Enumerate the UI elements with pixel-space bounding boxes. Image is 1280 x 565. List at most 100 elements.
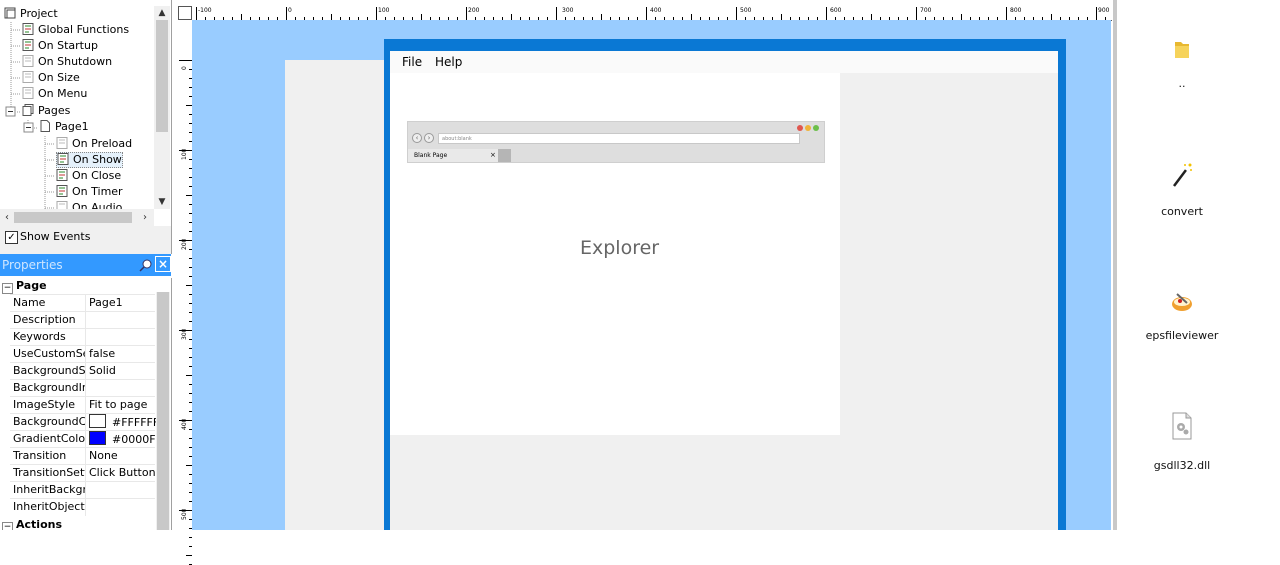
tree-item-page1[interactable]: Page1 <box>39 119 89 135</box>
browser-tab-label: Blank Page <box>414 152 448 159</box>
tree-item-global-functions[interactable]: Global Functions <box>22 22 129 38</box>
property-value[interactable]: Page1 <box>85 295 155 312</box>
script-icon <box>22 23 34 35</box>
show-events-checkbox[interactable]: ✓ <box>5 231 18 244</box>
minimize-dot-icon <box>805 125 811 131</box>
menu-help[interactable]: Help <box>435 55 462 69</box>
desktop-icon-label: gsdll32.dll <box>1153 459 1211 472</box>
tree-item-on-preload[interactable]: On Preload <box>56 136 132 152</box>
property-value[interactable]: false <box>85 346 155 363</box>
ruler-corner <box>178 6 192 20</box>
property-row-backgroundcolor[interactable]: BackgroundColor #FFFFFF <box>10 413 159 431</box>
script-icon <box>22 55 34 67</box>
design-canvas[interactable]: File Help ‹ › about:blank Blank Page × Ex… <box>192 20 1111 530</box>
property-row-transitionsettings[interactable]: TransitionSettingsClick Button <box>10 464 156 482</box>
property-value[interactable]: Click Button <box>85 465 156 482</box>
tree-scroll-thumb[interactable] <box>156 20 168 132</box>
tree-item-on-show[interactable]: On Show <box>56 152 123 168</box>
tree-item-label: On Close <box>72 169 122 182</box>
category-page[interactable]: − Page <box>0 278 155 294</box>
property-value[interactable]: Fit to page <box>85 397 155 414</box>
design-window[interactable]: File Help ‹ › about:blank Blank Page × Ex… <box>384 39 1066 530</box>
property-row-name[interactable]: Name Page1 <box>10 294 155 312</box>
tree-item-on-startup[interactable]: On Startup <box>22 38 98 54</box>
property-name: UseCustomSettings <box>13 347 85 360</box>
desktop-icon-convert[interactable]: convert <box>1117 162 1247 218</box>
tree-item-label: Pages <box>38 104 71 117</box>
property-row-backgroundstyle[interactable]: BackgroundStyleSolid <box>10 362 155 380</box>
tree-hscroll-thumb[interactable] <box>14 212 132 223</box>
property-value-color[interactable]: #0000FF <box>85 431 162 448</box>
color-swatch[interactable] <box>89 431 106 445</box>
tree-item-label: On Timer <box>72 185 123 198</box>
properties-scroll-thumb[interactable] <box>157 292 169 530</box>
ruler-label: 300 <box>562 7 574 14</box>
tree-item-on-size[interactable]: On Size <box>22 70 80 86</box>
tree-item-on-shutdown[interactable]: On Shutdown <box>22 54 112 70</box>
tree-item-label: On Menu <box>38 87 88 100</box>
tree-vertical-scrollbar[interactable]: ▲ ▼ <box>154 6 170 209</box>
ruler-tick <box>826 7 827 20</box>
collapse-icon[interactable]: − <box>2 522 13 530</box>
pin-icon[interactable] <box>138 257 154 273</box>
explorer-label[interactable]: Explorer <box>580 237 659 259</box>
property-row-inheritbackground[interactable]: InheritBackground <box>10 481 155 499</box>
tree-horizontal-scrollbar[interactable]: ‹ › <box>0 209 154 226</box>
property-row-keywords[interactable]: Keywords <box>10 328 155 346</box>
tree-item-on-menu[interactable]: On Menu <box>22 86 87 102</box>
desktop-icon-label: convert <box>1161 205 1203 218</box>
properties-vertical-scrollbar[interactable] <box>156 292 170 530</box>
ruler-tick <box>179 60 192 61</box>
properties-grid[interactable]: − Page Name Page1 Description Keywords Use… <box>0 278 172 530</box>
design-window-client[interactable]: File Help ‹ › about:blank Blank Page × Ex… <box>390 51 1058 530</box>
ruler-label: -100 <box>198 7 212 14</box>
menu-file[interactable]: File <box>402 55 422 69</box>
collapse-icon[interactable]: − <box>2 283 13 294</box>
color-swatch[interactable] <box>89 414 106 428</box>
ruler-tick <box>376 7 377 20</box>
scroll-up-icon[interactable]: ▲ <box>154 6 170 20</box>
property-row-gradientcolor[interactable]: GradientColor #0000FF <box>10 430 162 448</box>
property-value[interactable] <box>85 312 155 329</box>
page-surface[interactable]: ‹ › about:blank Blank Page × Explorer <box>390 73 840 435</box>
tree-item-label: On Shutdown <box>38 55 113 68</box>
tree-item-on-close[interactable]: On Close <box>56 168 121 184</box>
ruler-label: 0 <box>181 66 188 70</box>
tree-item-pages[interactable]: Pages <box>22 103 70 119</box>
folder-icon <box>1175 42 1189 58</box>
scroll-right-icon[interactable]: › <box>138 209 152 226</box>
category-actions[interactable]: − Actions <box>0 517 155 530</box>
property-row-imagestyle[interactable]: ImageStyle Fit to page <box>10 396 155 414</box>
script-icon <box>56 169 68 181</box>
maximize-dot-icon <box>813 125 819 131</box>
ruler-tick <box>179 240 192 241</box>
property-value-color[interactable]: #FFFFFF <box>85 414 159 431</box>
property-row-backgroundimage[interactable]: BackgroundImage <box>10 379 155 397</box>
property-value[interactable] <box>85 482 155 499</box>
desktop-icon-parent[interactable]: .. <box>1117 38 1247 90</box>
script-icon <box>22 71 34 83</box>
properties-header: Properties × <box>0 254 171 276</box>
property-value[interactable] <box>85 329 155 346</box>
property-value[interactable] <box>85 380 155 397</box>
project-tree[interactable]: Project Global Functions On Startup On S… <box>0 0 172 226</box>
tree-item-project[interactable]: Project <box>4 6 58 22</box>
property-row-inheritobjects[interactable]: InheritObjects <box>10 498 155 516</box>
property-value[interactable]: Solid <box>85 363 155 380</box>
desktop-icon-epsfileviewer[interactable]: epsfileviewer <box>1117 288 1247 342</box>
script-icon <box>56 137 68 149</box>
property-row-usecustomsettings[interactable]: UseCustomSettingsfalse <box>10 345 155 363</box>
web-browser-object[interactable]: ‹ › about:blank Blank Page × <box>407 121 825 163</box>
desktop-icon-gsdll32[interactable]: gsdll32.dll <box>1117 412 1247 472</box>
property-value[interactable] <box>85 499 155 516</box>
ruler-label: 800 <box>1010 7 1022 14</box>
property-name: Keywords <box>13 330 66 343</box>
property-name: BackgroundStyle <box>13 364 85 377</box>
property-row-description[interactable]: Description <box>10 311 155 329</box>
scroll-down-icon[interactable]: ▼ <box>154 195 170 209</box>
scroll-left-icon[interactable]: ‹ <box>0 209 14 226</box>
property-row-transition[interactable]: Transition None <box>10 447 155 465</box>
property-value[interactable]: None <box>85 448 155 465</box>
tree-item-on-timer[interactable]: On Timer <box>56 184 123 200</box>
close-icon[interactable]: × <box>155 256 171 272</box>
